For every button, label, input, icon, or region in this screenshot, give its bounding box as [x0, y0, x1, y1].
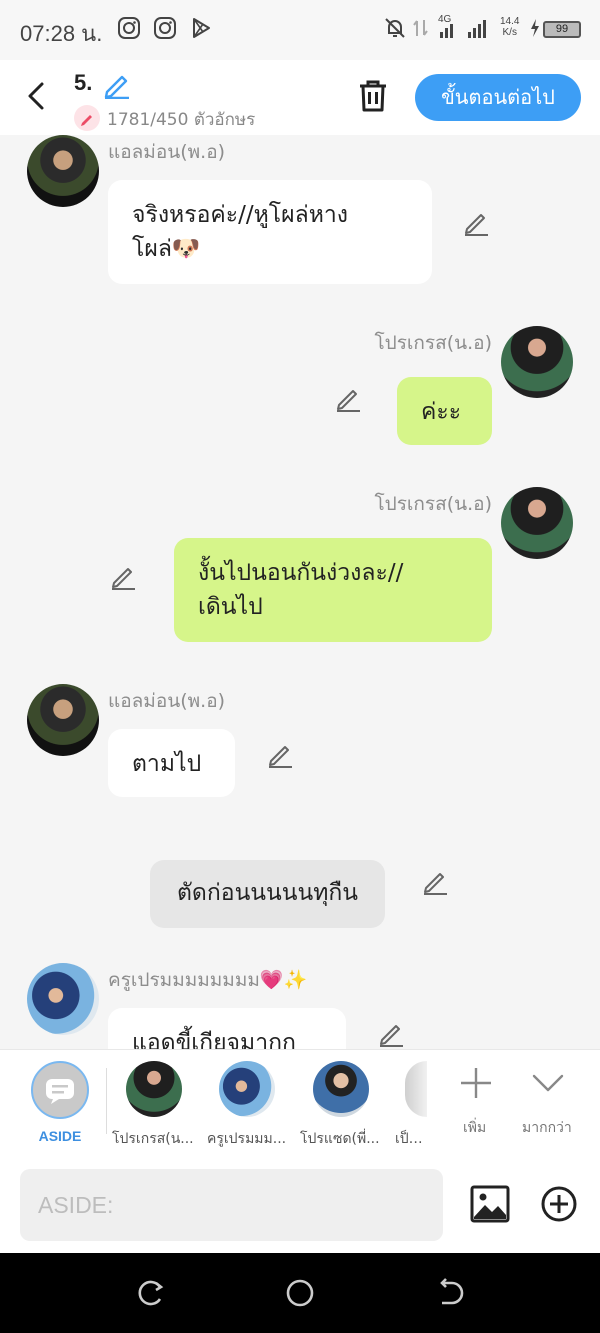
character-avatar[interactable] [126, 1061, 182, 1117]
episode-title: 5. [74, 70, 93, 95]
chevron-down-icon[interactable] [530, 1068, 566, 1098]
speaker-name: โปรเกรส(น.อ) [374, 493, 492, 515]
aside-character-button[interactable] [31, 1061, 89, 1119]
avatar[interactable] [501, 326, 573, 398]
instagram-icon [154, 17, 176, 39]
character-name[interactable]: เป็นพ [395, 1128, 425, 1150]
message-input[interactable] [20, 1169, 443, 1241]
battery-icon: 99 [543, 21, 581, 38]
play-store-icon [193, 18, 210, 38]
speaker-name: ครูเปรมมมมมมมม💗✨ [108, 969, 308, 991]
back-arrow-icon[interactable] [22, 80, 50, 112]
speaker-name: แอลม่อน(พ.อ) [108, 141, 226, 163]
message-bubble[interactable]: ค่ะะ [397, 377, 492, 445]
signal-icon [440, 20, 486, 38]
character-selector: ASIDE โปรเกรส(น... ครูเปรมมม... โปรแซด(พ… [0, 1049, 600, 1157]
avatar[interactable] [27, 684, 99, 756]
edit-message-icon[interactable] [109, 563, 137, 591]
character-avatar[interactable] [219, 1061, 275, 1117]
status-time: 07:28 น. [20, 21, 103, 46]
aside-label: ASIDE [38, 1128, 82, 1144]
editor-header: 5. 1781/450 ตัวอักษร ขั้นตอนต่อไป [0, 60, 600, 135]
message-bubble[interactable]: ตามไป [108, 729, 235, 797]
char-count-pencil-icon [74, 105, 100, 131]
home-icon[interactable] [284, 1277, 316, 1309]
divider [106, 1068, 107, 1134]
message-bubble[interactable]: จริงหรอค่ะ//หูโผล่หาง โผล่🐶 [108, 180, 432, 284]
compose-area [0, 1157, 600, 1253]
aside-chat-icon [46, 1079, 74, 1104]
add-circle-icon[interactable] [540, 1185, 578, 1223]
narration-bubble[interactable]: ตัดก่อนนนนนทุกืน [150, 860, 385, 928]
data-arrows-icon [413, 20, 428, 36]
status-bar: 07:28 น. 4G 14.4 K/s 99 [0, 0, 600, 60]
instagram-icon [118, 17, 140, 39]
network-speed: 14.4 K/s [500, 16, 520, 38]
edit-message-icon[interactable] [266, 741, 294, 769]
character-name[interactable]: ครูเปรมมม... [207, 1128, 299, 1150]
character-name[interactable]: โปรแซด(พี่... [300, 1128, 392, 1150]
message-bubble[interactable]: งั้นไปนอนกันง่วงละ// เดินไป [174, 538, 492, 642]
chat-area[interactable]: แอลม่อน(พ.อ) จริงหรอค่ะ//หูโผล่หาง โผล่🐶… [0, 135, 600, 1049]
add-character-icon[interactable] [458, 1065, 494, 1101]
edit-message-icon[interactable] [377, 1020, 405, 1048]
back-icon[interactable] [434, 1277, 466, 1309]
message-bubble[interactable]: แอดขี้เกียจมากก [108, 1008, 346, 1049]
more-label[interactable]: มากกว่า [522, 1117, 572, 1139]
character-count: 1781/450 ตัวอักษร [107, 110, 256, 130]
character-avatar[interactable] [313, 1061, 369, 1117]
edit-message-icon[interactable] [334, 385, 362, 413]
navigation-bar [0, 1253, 600, 1333]
charging-icon [531, 19, 539, 37]
edit-message-icon[interactable] [421, 868, 449, 896]
avatar[interactable] [27, 963, 99, 1035]
edit-title-icon[interactable] [101, 71, 131, 99]
image-icon[interactable] [470, 1185, 510, 1223]
edit-message-icon[interactable] [462, 209, 490, 237]
avatar[interactable] [27, 135, 99, 207]
speaker-name: แอลม่อน(พ.อ) [108, 690, 226, 712]
add-character-label[interactable]: เพิ่ม [463, 1117, 486, 1139]
character-avatar[interactable] [405, 1061, 427, 1117]
mute-bell-icon [385, 18, 405, 38]
recent-apps-icon[interactable] [134, 1277, 166, 1309]
trash-icon[interactable] [356, 78, 390, 114]
character-name[interactable]: โปรเกรส(น... [112, 1128, 204, 1150]
avatar[interactable] [501, 487, 573, 559]
speaker-name: โปรเกรส(น.อ) [374, 332, 492, 354]
next-step-button[interactable]: ขั้นตอนต่อไป [415, 74, 581, 121]
